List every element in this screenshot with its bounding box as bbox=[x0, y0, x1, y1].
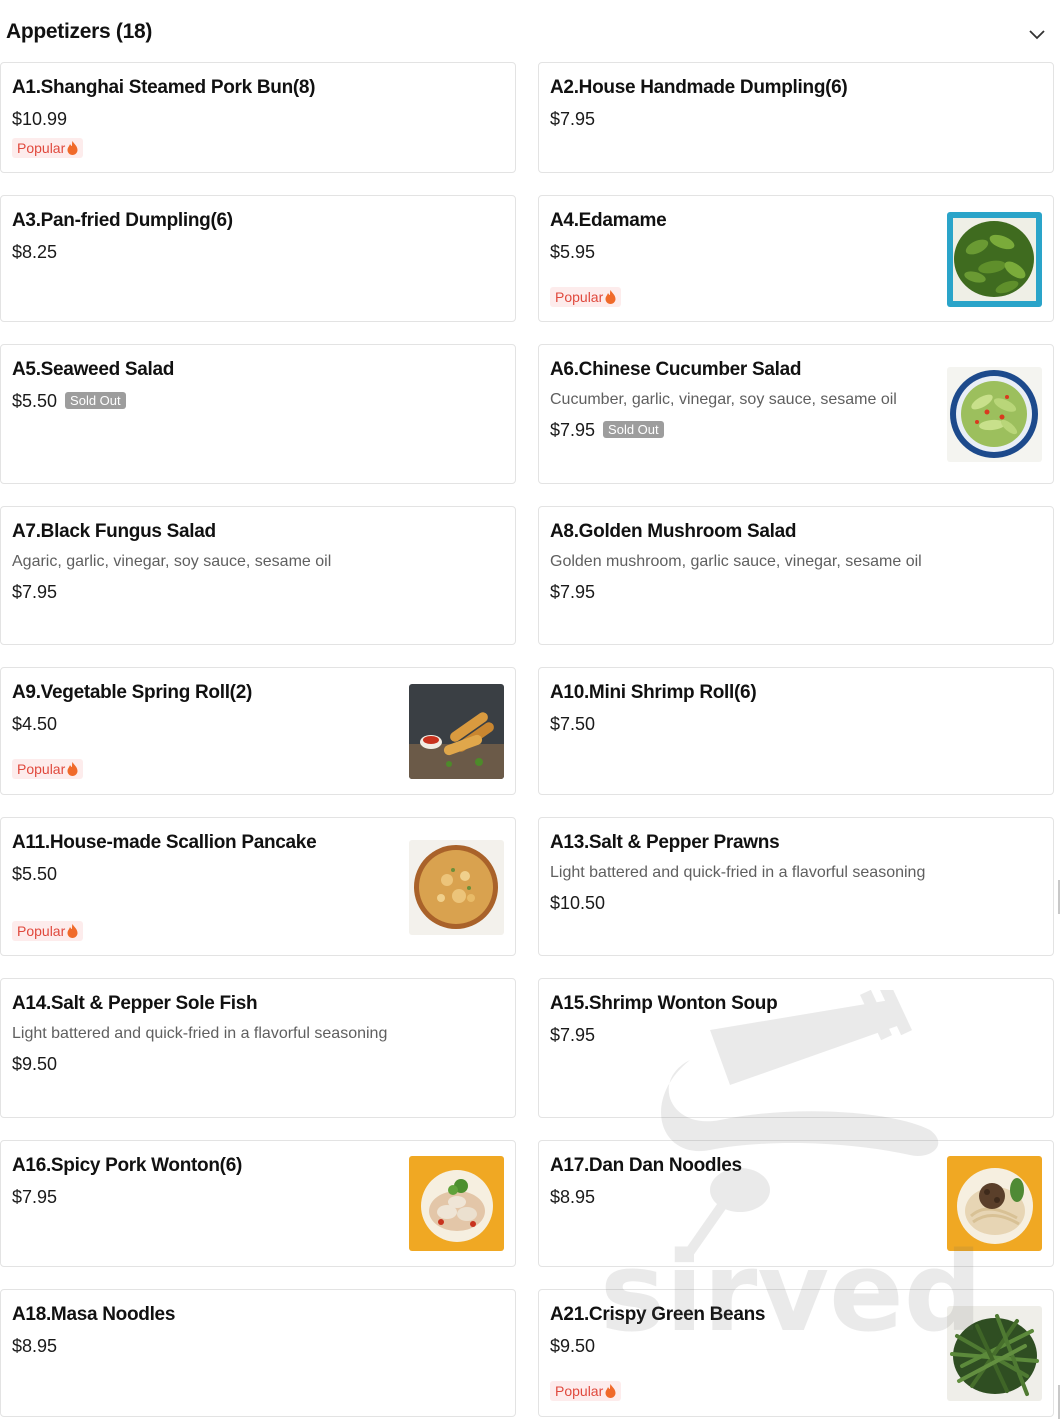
item-name: A5.Seaweed Salad bbox=[12, 359, 175, 380]
item-name: A10.Mini Shrimp Roll(6) bbox=[550, 682, 757, 703]
popular-badge: Popular bbox=[12, 138, 84, 158]
item-name: A8.Golden Mushroom Salad bbox=[550, 521, 797, 542]
item-name: A13.Salt & Pepper Prawns bbox=[550, 832, 780, 853]
dan-dan-noodles-image bbox=[947, 1156, 1042, 1251]
item-name: A7.Black Fungus Salad bbox=[12, 521, 216, 542]
menu-item-card[interactable]: A17.Dan Dan Noodles $8.95 bbox=[538, 1140, 1054, 1267]
item-name: A15.Shrimp Wonton Soup bbox=[550, 993, 778, 1014]
item-price: $7.95 bbox=[550, 109, 596, 129]
edamame-image bbox=[947, 212, 1042, 307]
item-price: $7.95 Sold Out bbox=[550, 420, 664, 441]
green-beans-image bbox=[947, 1306, 1042, 1401]
menu-item-card[interactable]: A2.House Handmade Dumpling(6) $7.95 bbox=[538, 62, 1054, 173]
item-price: $9.50 bbox=[550, 1336, 596, 1356]
chevron-down-icon[interactable] bbox=[1027, 25, 1047, 43]
item-price: $8.95 bbox=[550, 1187, 596, 1207]
fire-icon bbox=[67, 141, 78, 155]
item-price: $5.95 bbox=[550, 242, 596, 262]
popular-badge: Popular bbox=[12, 759, 84, 779]
scrollbar-tick[interactable] bbox=[1058, 880, 1060, 914]
fire-icon bbox=[67, 924, 78, 938]
menu-item-card[interactable]: A9.Vegetable Spring Roll(2) $4.50 Popula… bbox=[0, 667, 516, 795]
menu-item-card[interactable]: A18.Masa Noodles $8.95 bbox=[0, 1289, 516, 1417]
item-description: Cucumber, garlic, vinegar, soy sauce, se… bbox=[550, 391, 897, 408]
item-description: Golden mushroom, garlic sauce, vinegar, … bbox=[550, 553, 922, 570]
item-name: A1.Shanghai Steamed Pork Bun(8) bbox=[12, 77, 316, 98]
menu-item-card[interactable]: A16.Spicy Pork Wonton(6) $7.95 bbox=[0, 1140, 516, 1267]
item-price: $9.50 bbox=[12, 1054, 58, 1074]
menu-item-card[interactable]: A5.Seaweed Salad $5.50 Sold Out bbox=[0, 344, 516, 484]
cucumber-salad-image bbox=[947, 367, 1042, 462]
item-name: A4.Edamame bbox=[550, 210, 667, 231]
item-name: A2.House Handmade Dumpling(6) bbox=[550, 77, 848, 98]
item-name: A9.Vegetable Spring Roll(2) bbox=[12, 682, 253, 703]
item-name: A11.House-made Scallion Pancake bbox=[12, 832, 317, 853]
menu-item-card[interactable]: A6.Chinese Cucumber Salad Cucumber, garl… bbox=[538, 344, 1054, 484]
item-price: $8.25 bbox=[12, 242, 58, 262]
item-name: A3.Pan-fried Dumpling(6) bbox=[12, 210, 233, 231]
item-price: $7.95 bbox=[12, 1187, 58, 1207]
sold-out-badge: Sold Out bbox=[603, 421, 664, 438]
item-price: $4.50 bbox=[12, 714, 58, 734]
popular-badge: Popular bbox=[550, 1381, 622, 1401]
item-price: $10.99 bbox=[12, 109, 68, 129]
menu-item-card[interactable]: A11.House-made Scallion Pancake $5.50 Po… bbox=[0, 817, 516, 956]
section-title: Appetizers (18) bbox=[6, 20, 153, 43]
item-description: Light battered and quick-fried in a flav… bbox=[550, 864, 926, 881]
item-name: A6.Chinese Cucumber Salad bbox=[550, 359, 802, 380]
item-price: $5.50 Sold Out bbox=[12, 391, 126, 412]
item-price: $7.50 bbox=[550, 714, 596, 734]
menu-item-card[interactable]: A8.Golden Mushroom Salad Golden mushroom… bbox=[538, 506, 1054, 645]
menu-item-card[interactable]: A3.Pan-fried Dumpling(6) $8.25 bbox=[0, 195, 516, 322]
menu-item-card[interactable]: A1.Shanghai Steamed Pork Bun(8) $10.99 P… bbox=[0, 62, 516, 173]
menu-item-card[interactable]: A4.Edamame $5.95 Popular bbox=[538, 195, 1054, 322]
fire-icon bbox=[605, 290, 616, 304]
menu-item-card[interactable]: A21.Crispy Green Beans $9.50 Popular bbox=[538, 1289, 1054, 1417]
item-name: A16.Spicy Pork Wonton(6) bbox=[12, 1155, 242, 1176]
item-name: A21.Crispy Green Beans bbox=[550, 1304, 766, 1325]
popular-badge: Popular bbox=[12, 921, 84, 941]
scallion-pancake-image bbox=[409, 840, 504, 935]
menu-item-card[interactable]: A13.Salt & Pepper Prawns Light battered … bbox=[538, 817, 1054, 956]
spring-roll-image bbox=[409, 684, 504, 779]
item-price: $7.95 bbox=[12, 582, 58, 602]
item-description: Light battered and quick-fried in a flav… bbox=[12, 1025, 388, 1042]
fire-icon bbox=[605, 1384, 616, 1398]
menu-item-card[interactable]: A10.Mini Shrimp Roll(6) $7.50 bbox=[538, 667, 1054, 795]
menu-item-card[interactable]: A7.Black Fungus Salad Agaric, garlic, vi… bbox=[0, 506, 516, 645]
pork-wonton-image bbox=[409, 1156, 504, 1251]
sold-out-badge: Sold Out bbox=[65, 392, 126, 409]
item-name: A18.Masa Noodles bbox=[12, 1304, 176, 1325]
item-price: $7.95 bbox=[550, 1025, 596, 1045]
popular-badge: Popular bbox=[550, 287, 622, 307]
item-price: $8.95 bbox=[12, 1336, 58, 1356]
fire-icon bbox=[67, 762, 78, 776]
menu-item-card[interactable]: A15.Shrimp Wonton Soup $7.95 bbox=[538, 978, 1054, 1118]
item-name: A14.Salt & Pepper Sole Fish bbox=[12, 993, 258, 1014]
scrollbar-tick[interactable] bbox=[1058, 1385, 1060, 1419]
section-header[interactable]: Appetizers (18) bbox=[0, 0, 1061, 62]
item-price: $5.50 bbox=[12, 864, 58, 884]
item-description: Agaric, garlic, vinegar, soy sauce, sesa… bbox=[12, 553, 332, 570]
menu-item-card[interactable]: A14.Salt & Pepper Sole Fish Light batter… bbox=[0, 978, 516, 1118]
item-price: $7.95 bbox=[550, 582, 596, 602]
item-name: A17.Dan Dan Noodles bbox=[550, 1155, 742, 1176]
item-price: $10.50 bbox=[550, 893, 606, 913]
